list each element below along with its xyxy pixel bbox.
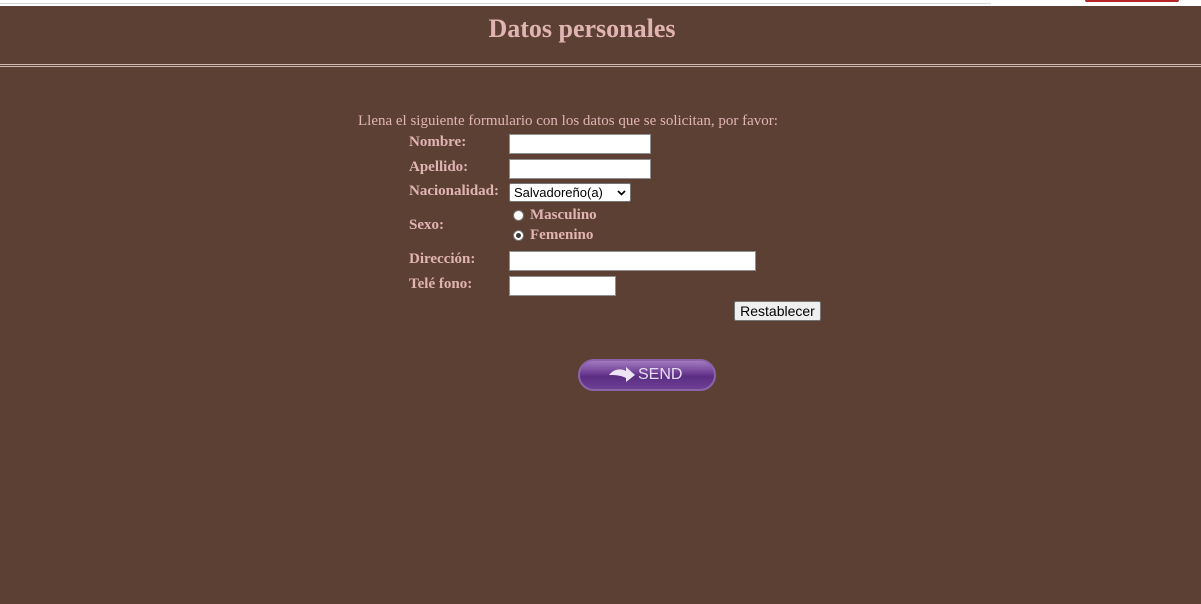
nacionalidad-select[interactable]: Salvadoreño(a) xyxy=(509,183,631,202)
telefono-label: Telé fono: xyxy=(409,276,473,292)
sexo-label: Sexo: xyxy=(409,217,444,233)
masculino-label: Masculino xyxy=(530,207,597,223)
femenino-radio[interactable] xyxy=(513,230,524,241)
masculino-radio[interactable] xyxy=(513,210,524,221)
send-label: SEND xyxy=(638,366,683,383)
nombre-label: Nombre: xyxy=(409,134,467,150)
femenino-label: Femenino xyxy=(530,227,594,243)
send-arrow-icon xyxy=(609,367,635,382)
header-divider xyxy=(0,64,1201,67)
direccion-label: Dirección: xyxy=(409,251,476,267)
nacionalidad-label: Nacionalidad: xyxy=(409,183,500,199)
reset-button[interactable]: Restablecer xyxy=(734,301,821,321)
browser-red-button-edge xyxy=(1085,0,1179,2)
address-bar-edge xyxy=(0,3,991,4)
direccion-field[interactable] xyxy=(509,251,756,271)
telefono-field[interactable] xyxy=(509,276,616,296)
send-button[interactable]: SEND xyxy=(578,359,716,391)
browser-top-strip xyxy=(0,0,1201,6)
nombre-field[interactable] xyxy=(509,134,651,154)
page-title: Datos personales xyxy=(488,14,676,43)
nacionalidad-selected-value: Salvadoreño(a) xyxy=(514,185,603,200)
apellido-label: Apellido: xyxy=(409,159,469,175)
apellido-field[interactable] xyxy=(509,159,651,179)
form-intro-text: Llena el siguiente formulario con los da… xyxy=(358,113,778,129)
chevron-down-icon xyxy=(617,190,626,196)
